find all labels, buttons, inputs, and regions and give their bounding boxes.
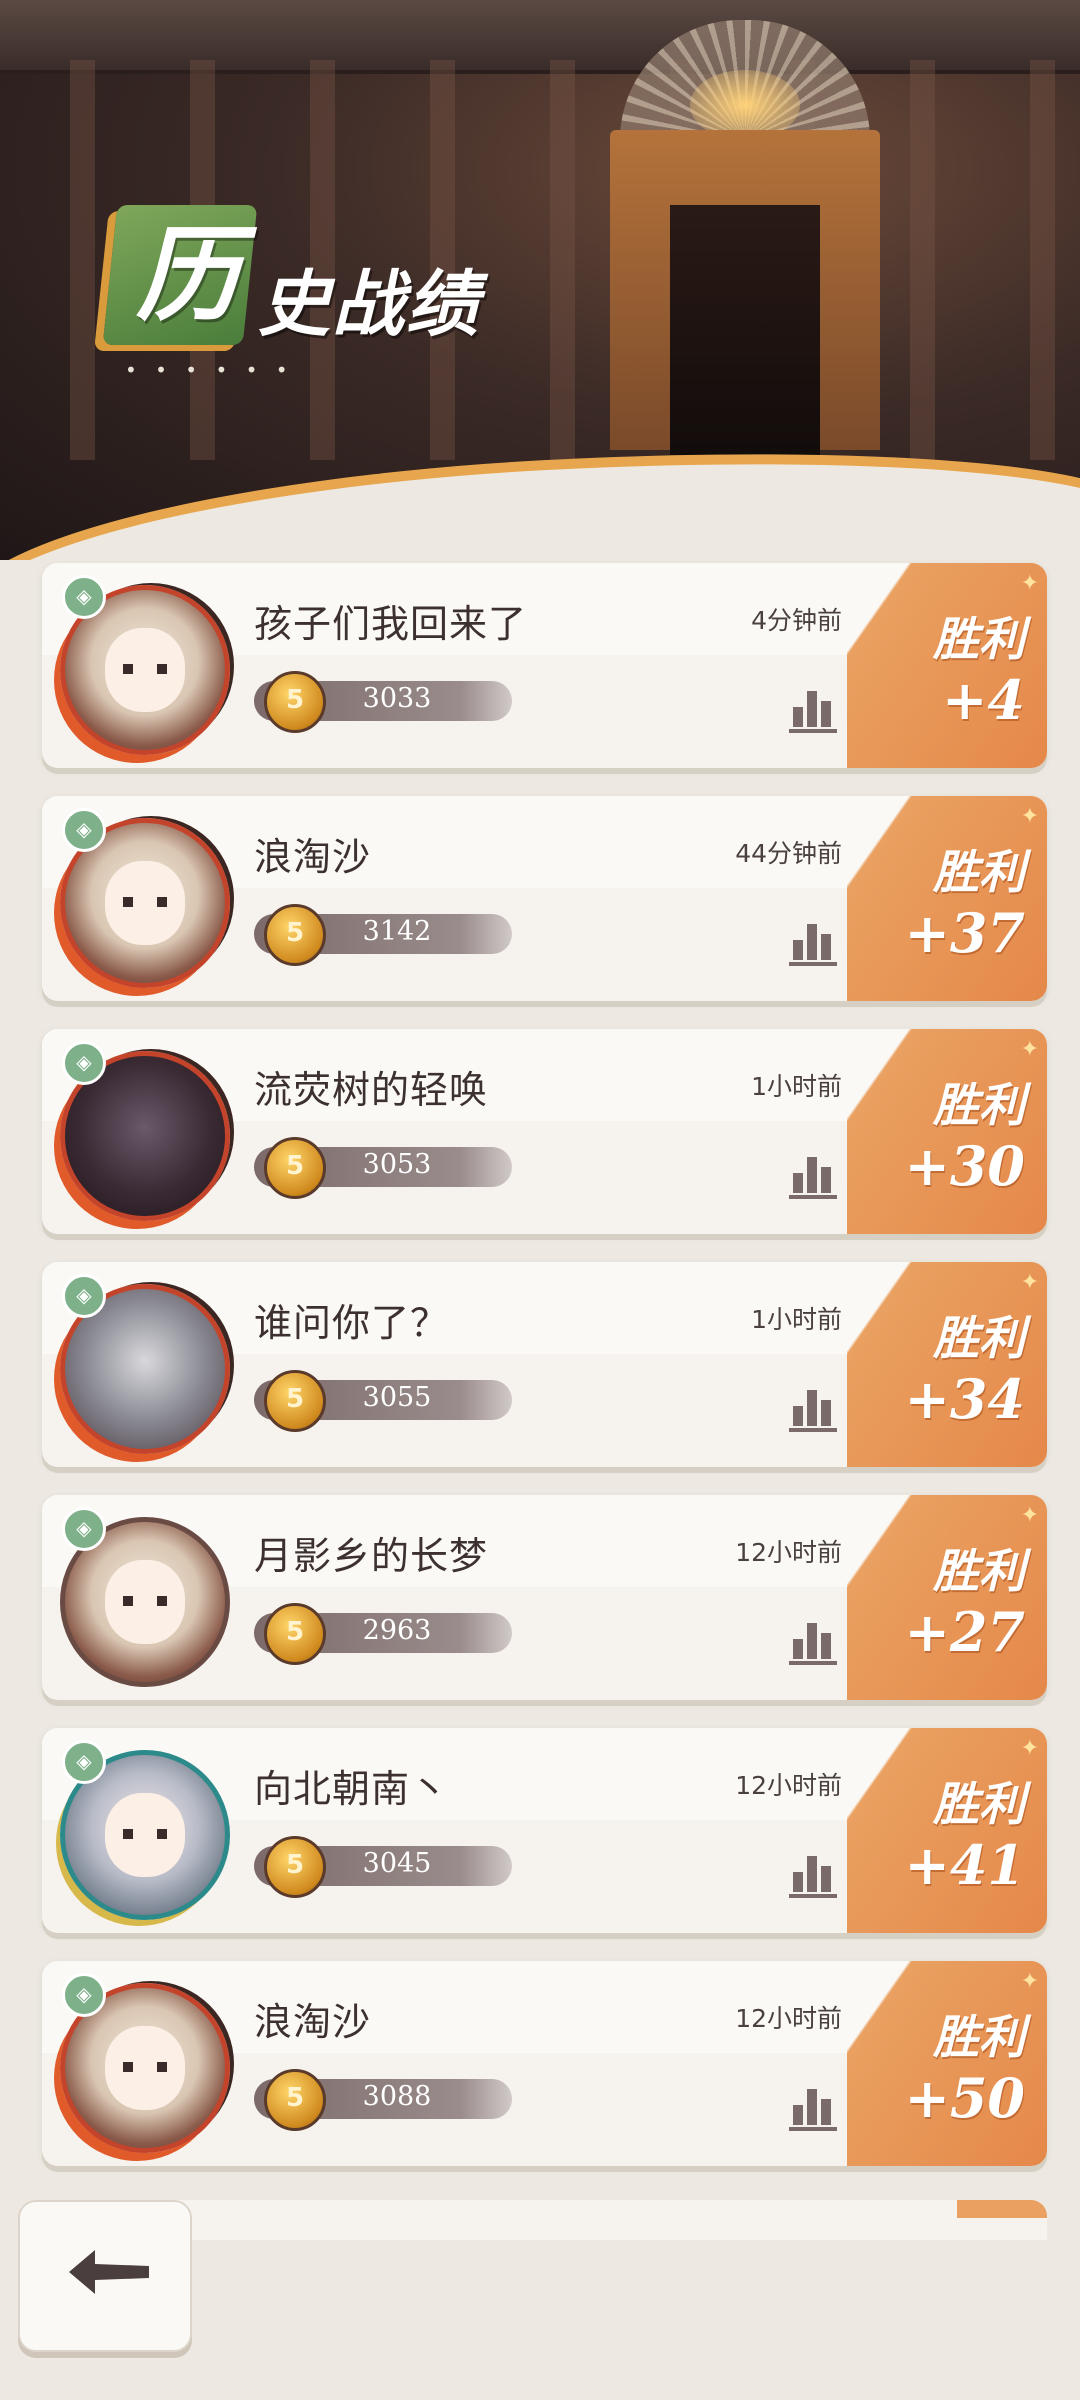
- player-score: 3053: [362, 1149, 432, 1180]
- sparkle-icon: ✦: [1020, 1503, 1039, 1528]
- result-label: 胜利: [933, 612, 1025, 666]
- match-record-card[interactable]: ◈ 浪淘沙 12小时前 5 3088 ✦ 胜利 +50: [42, 1961, 1047, 2166]
- result-label: 胜利: [933, 1311, 1025, 1365]
- player-name: 浪淘沙: [254, 2000, 372, 2044]
- player-score: 3088: [362, 2081, 432, 2112]
- result-label: 胜利: [933, 1777, 1025, 1831]
- match-record-card[interactable]: ◈ 孩子们我回来了 4分钟前 5 3033 ✦ 胜利 +4: [42, 563, 1047, 768]
- player-name: 浪淘沙: [254, 835, 372, 879]
- sparkle-icon: ✦: [1020, 1736, 1039, 1761]
- player-name: 流荧树的轻唤: [254, 1068, 489, 1112]
- arena-gate-door: [670, 205, 820, 455]
- player-score: 3142: [362, 916, 432, 947]
- player-name: 月影乡的长梦: [254, 1534, 489, 1578]
- player-name: 孩子们我回来了: [254, 602, 528, 646]
- score-delta: +50: [904, 2066, 1025, 2130]
- shield-icon: ◈: [62, 1274, 106, 1318]
- bar-chart-icon[interactable]: [787, 1846, 839, 1898]
- match-time: 12小时前: [735, 2004, 842, 2033]
- score-delta: +27: [904, 1600, 1025, 1664]
- back-arrow-icon: [69, 2250, 149, 2294]
- victory-panel: ✦ 胜利 +34: [847, 1262, 1047, 1467]
- sparkle-icon: ✦: [1020, 1037, 1039, 1062]
- bar-chart-icon[interactable]: [787, 1613, 839, 1665]
- victory-panel: ✦ 胜利 +4: [847, 563, 1047, 768]
- bar-chart-icon[interactable]: [787, 914, 839, 966]
- match-time: 1小时前: [751, 1305, 842, 1334]
- player-name: 谁问你了？: [254, 1301, 450, 1345]
- title-decoration-dots: • • • • • •: [125, 358, 294, 382]
- score-delta: +37: [904, 901, 1025, 965]
- match-record-card[interactable]: ◈ 浪淘沙 44分钟前 5 3142 ✦ 胜利 +37: [42, 796, 1047, 1001]
- match-time: 4分钟前: [751, 606, 842, 635]
- shield-icon: ◈: [62, 1973, 106, 2017]
- victory-panel: ✦ 胜利 +30: [847, 1029, 1047, 1234]
- header-banner: 历 史战绩 • • • • • •: [0, 0, 1080, 560]
- player-score: 3055: [362, 1382, 432, 1413]
- match-record-card[interactable]: ◈ 月影乡的长梦 12小时前 5 2963 ✦ 胜利 +27: [42, 1495, 1047, 1700]
- shield-icon: ◈: [62, 808, 106, 852]
- bar-chart-icon[interactable]: [787, 2079, 839, 2131]
- match-time: 44分钟前: [735, 839, 842, 868]
- back-button[interactable]: [18, 2200, 192, 2352]
- match-record-card[interactable]: ◈ 向北朝南丶 12小时前 5 3045 ✦ 胜利 +41: [42, 1728, 1047, 1933]
- result-label: 胜利: [933, 1078, 1025, 1132]
- sparkle-icon: ✦: [1020, 804, 1039, 829]
- bar-chart-icon[interactable]: [787, 1147, 839, 1199]
- player-name: 向北朝南丶: [254, 1767, 450, 1811]
- score-delta: +41: [904, 1833, 1025, 1897]
- bar-chart-icon[interactable]: [787, 681, 839, 733]
- score-delta: +4: [942, 668, 1025, 732]
- victory-panel: ✦ 胜利 +27: [847, 1495, 1047, 1700]
- match-time: 12小时前: [735, 1771, 842, 1800]
- page-title-first-char: 历: [135, 213, 240, 336]
- match-record-card[interactable]: ◈ 谁问你了？ 1小时前 5 3055 ✦ 胜利 +34: [42, 1262, 1047, 1467]
- page-title: 史战绩: [258, 261, 481, 346]
- score-delta: +34: [904, 1367, 1025, 1431]
- player-score: 2963: [362, 1615, 432, 1646]
- match-record-card[interactable]: ◈ 流荧树的轻唤 1小时前 5 3053 ✦ 胜利 +30: [42, 1029, 1047, 1234]
- victory-panel: ✦ 胜利 +50: [847, 1961, 1047, 2166]
- match-time: 12小时前: [735, 1538, 842, 1567]
- shield-icon: ◈: [62, 1507, 106, 1551]
- shield-icon: ◈: [62, 575, 106, 619]
- sparkle-icon: ✦: [1020, 1969, 1039, 1994]
- sparkle-icon: ✦: [1020, 1270, 1039, 1295]
- shield-icon: ◈: [62, 1041, 106, 1085]
- victory-panel: ✦ 胜利 +41: [847, 1728, 1047, 1933]
- match-time: 1小时前: [751, 1072, 842, 1101]
- result-label: 胜利: [933, 2010, 1025, 2064]
- shield-icon: ◈: [62, 1740, 106, 1784]
- next-record-card-partial: [42, 2200, 1047, 2240]
- score-delta: +30: [904, 1134, 1025, 1198]
- player-score: 3045: [362, 1848, 432, 1879]
- victory-panel: ✦ 胜利 +37: [847, 796, 1047, 1001]
- bar-chart-icon[interactable]: [787, 1380, 839, 1432]
- sparkle-icon: ✦: [1020, 571, 1039, 596]
- result-label: 胜利: [933, 1544, 1025, 1598]
- player-score: 3033: [362, 683, 432, 714]
- result-label: 胜利: [933, 845, 1025, 899]
